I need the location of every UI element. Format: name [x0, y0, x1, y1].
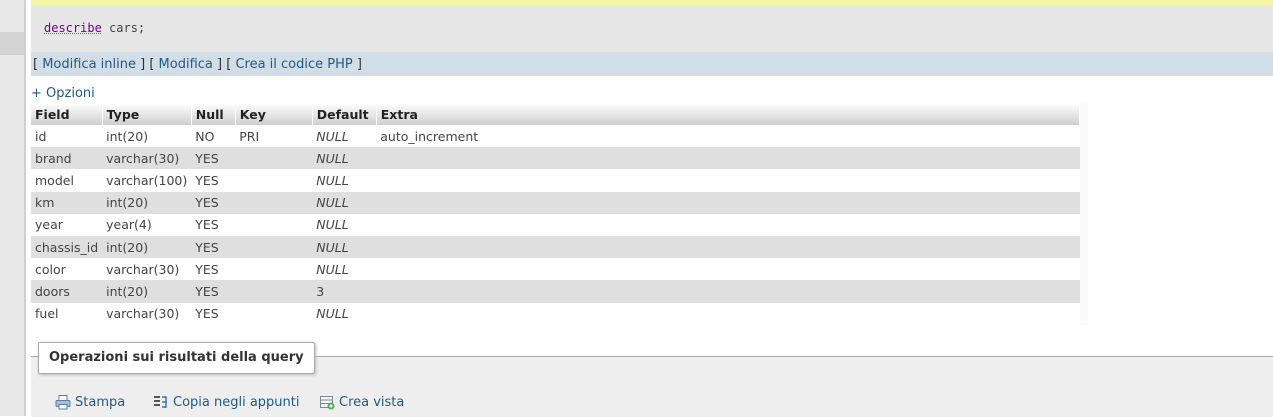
print-label[interactable]: Stampa: [75, 395, 125, 410]
cell-extra[interactable]: [376, 280, 1080, 303]
create-view-icon: [320, 396, 335, 410]
cell-type[interactable]: int(20): [102, 235, 192, 259]
cell-type[interactable]: int(20): [102, 280, 192, 303]
column-header-type[interactable]: Type: [102, 103, 192, 125]
cell-extra[interactable]: [376, 147, 1080, 170]
cell-field[interactable]: year: [31, 213, 103, 236]
cell-type[interactable]: varchar(30): [102, 258, 192, 281]
cell-null[interactable]: YES: [191, 258, 236, 281]
cell-field[interactable]: model: [31, 169, 103, 192]
table-row[interactable]: year year(4) YES NULL: [31, 213, 1080, 236]
panel-resize-handle[interactable]: [24, 0, 26, 416]
clipboard-icon: [154, 396, 167, 408]
cell-extra[interactable]: [376, 235, 1080, 259]
cell-key[interactable]: PRI: [235, 125, 313, 148]
column-header-default[interactable]: Default: [312, 103, 377, 125]
sql-query-rest: cars;: [101, 21, 146, 35]
edit-link[interactable]: Modifica: [159, 57, 213, 72]
cell-key[interactable]: [235, 280, 313, 303]
results-header-row: Field Type Null Key Default Extra: [31, 103, 1081, 125]
cell-null[interactable]: NO: [191, 125, 236, 148]
query-links: [ Modifica inline ] [ Modifica ] [ Crea …: [33, 57, 362, 72]
cell-key[interactable]: [235, 147, 313, 170]
cell-default[interactable]: NULL: [312, 169, 377, 192]
create-view-label[interactable]: Crea vista: [339, 395, 404, 410]
table-row[interactable]: id int(20) NO PRI NULL auto_increment: [31, 125, 1080, 148]
column-header-key[interactable]: Key: [235, 103, 313, 125]
cell-type[interactable]: year(4): [102, 213, 192, 236]
bracket-close: ]: [352, 57, 362, 72]
table-row[interactable]: model varchar(100) YES NULL: [31, 169, 1080, 192]
cell-default[interactable]: NULL: [312, 191, 377, 214]
cell-default[interactable]: NULL: [312, 213, 377, 236]
cell-key[interactable]: [235, 302, 313, 325]
printer-icon: [55, 395, 71, 410]
cell-null[interactable]: YES: [191, 213, 236, 236]
copy-to-clipboard-label[interactable]: Copia negli appunti: [173, 395, 300, 410]
cell-null[interactable]: YES: [191, 169, 236, 192]
cell-type[interactable]: int(20): [102, 191, 192, 214]
cell-extra[interactable]: [376, 213, 1080, 236]
cell-key[interactable]: [235, 213, 313, 236]
main-content: describe cars; [ Modifica inline ] [ Mod…: [31, 0, 1273, 417]
cell-null[interactable]: YES: [191, 147, 236, 170]
navigation-selected-item[interactable]: [0, 32, 24, 55]
cell-key[interactable]: [235, 258, 313, 281]
sql-query-text: describe cars;: [44, 21, 145, 35]
cell-extra[interactable]: [376, 258, 1080, 281]
copy-to-clipboard-button[interactable]: Copia negli appunti: [153, 394, 300, 410]
cell-extra[interactable]: [376, 191, 1080, 214]
cell-null[interactable]: YES: [191, 280, 236, 303]
results-table: Field Type Null Key Default Extra id int…: [31, 103, 1081, 325]
cell-field[interactable]: id: [31, 125, 103, 148]
query-operations-title: Operazioni sui risultati della query: [38, 342, 315, 374]
cell-extra[interactable]: auto_increment: [376, 125, 1080, 148]
bracket-separator: ] [: [212, 57, 236, 72]
cell-extra[interactable]: [376, 302, 1080, 325]
bracket-separator: ] [: [136, 57, 159, 72]
bracket-open: [: [33, 57, 43, 72]
table-row[interactable]: doors int(20) YES 3: [31, 280, 1080, 303]
cell-key[interactable]: [235, 235, 313, 259]
cell-default[interactable]: NULL: [312, 147, 377, 170]
cell-default[interactable]: 3: [312, 280, 377, 303]
table-row[interactable]: km int(20) YES NULL: [31, 191, 1080, 214]
cell-default[interactable]: NULL: [312, 258, 377, 281]
options-toggle-link[interactable]: + Opzioni: [31, 86, 95, 101]
column-header-null[interactable]: Null: [191, 103, 236, 125]
print-button[interactable]: Stampa: [55, 394, 125, 410]
cell-extra[interactable]: [376, 169, 1080, 192]
cell-key[interactable]: [235, 191, 313, 214]
navigation-panel: [0, 0, 24, 416]
cell-field[interactable]: brand: [31, 147, 103, 170]
cell-field[interactable]: km: [31, 191, 103, 214]
create-view-button[interactable]: Crea vista: [319, 394, 404, 410]
create-php-code-link[interactable]: Crea il codice PHP: [235, 57, 352, 72]
cell-default[interactable]: NULL: [312, 235, 377, 259]
cell-null[interactable]: YES: [191, 191, 236, 214]
edit-inline-link[interactable]: Modifica inline: [42, 57, 136, 72]
cell-null[interactable]: YES: [191, 302, 236, 325]
cell-field[interactable]: doors: [31, 280, 103, 303]
query-links-bar: [ Modifica inline ] [ Modifica ] [ Crea …: [31, 52, 1273, 76]
table-row[interactable]: brand varchar(30) YES NULL: [31, 147, 1080, 170]
cell-null[interactable]: YES: [191, 235, 236, 259]
cell-field[interactable]: chassis_id: [31, 235, 103, 259]
table-row[interactable]: color varchar(30) YES NULL: [31, 258, 1080, 281]
sql-keyword[interactable]: describe: [44, 21, 102, 35]
column-header-field[interactable]: Field: [31, 103, 103, 125]
cell-key[interactable]: [235, 169, 313, 192]
cell-default[interactable]: NULL: [312, 125, 377, 148]
cell-type[interactable]: varchar(100): [102, 169, 192, 192]
sql-query-box: describe cars;: [31, 6, 1273, 52]
cell-default[interactable]: NULL: [312, 302, 377, 325]
column-header-extra[interactable]: Extra: [376, 103, 1081, 125]
cell-type[interactable]: varchar(30): [102, 147, 192, 170]
cell-type[interactable]: varchar(30): [102, 302, 192, 325]
table-row[interactable]: fuel varchar(30) YES NULL: [31, 302, 1080, 325]
table-row[interactable]: chassis_id int(20) YES NULL: [31, 235, 1080, 259]
cell-field[interactable]: fuel: [31, 302, 103, 325]
cell-field[interactable]: color: [31, 258, 103, 281]
cell-type[interactable]: int(20): [102, 125, 192, 148]
